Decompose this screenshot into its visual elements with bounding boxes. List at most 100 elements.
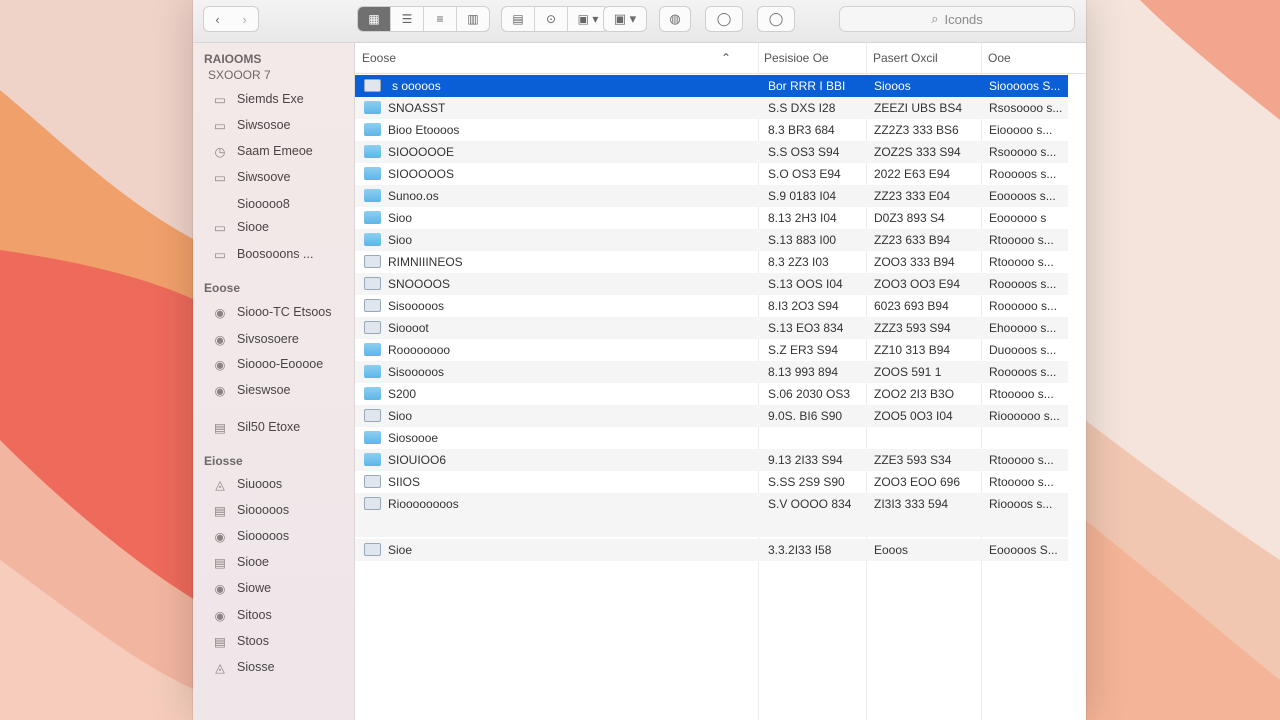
file-name: SNOOOOS (388, 277, 451, 291)
file-name: Sisooooos (388, 365, 445, 379)
file-kind: Roooooo s... (989, 299, 1058, 313)
folder-icon (364, 101, 381, 114)
sidebar-item[interactable]: ▤ Siooe (211, 551, 269, 573)
file-name: Sioo (388, 233, 413, 247)
action-icon[interactable]: ▣ ▾ (603, 6, 647, 32)
group-icon[interactable]: ▤ (502, 7, 535, 31)
disk-icon: ◉ (214, 383, 226, 398)
file-row[interactable]: SNOOOOS S.13 OOS I04 ZOO3 OO3 E94 Rooooos s… (355, 273, 1068, 295)
file-size: ZZZ3 593 S94 (874, 321, 951, 335)
file-row[interactable]: Sunoo.os S.9 0183 I04 ZZ23 333 E04 Eooooos … (355, 185, 1068, 207)
sidebar-item[interactable]: ▭ Siwsosoe (211, 114, 290, 136)
sidebar-item[interactable]: ◷ Saam Emeoe (211, 140, 313, 162)
sidebar-item[interactable]: ◬ Siosse (211, 656, 274, 678)
group-controls: ▤ ⊙ ▣ ▾ (501, 6, 609, 32)
sidebar-item-label: Siooo-TC Etsoos (237, 305, 332, 319)
forward-icon[interactable]: › (231, 12, 258, 27)
file-rows: s ooooos Bor RRR I BBI Siooos Siooooos S...… (355, 75, 1068, 561)
column-kind-header[interactable]: Ooe (988, 51, 1011, 65)
file-size: ZOO3 EOO 696 (874, 475, 961, 489)
info-icon[interactable]: ◯ (757, 6, 795, 32)
sidebar-item[interactable]: ◉ Sioooo-Eooooe (211, 353, 324, 375)
file-row[interactable]: RIMNIIINEOS 8.3 2Z3 I03 ZOO3 333 B94 Rtoooo… (355, 251, 1068, 273)
folder-icon: ▭ (214, 92, 226, 107)
file-size: ZOO5 0O3 I04 (874, 409, 953, 423)
gallery-view-icon[interactable]: ▥ (457, 7, 489, 31)
file-row[interactable]: SNOASST S.S DXS I28 ZEEZI UBS BS4 Rsosoooo … (355, 97, 1068, 119)
toolbar: ‹ › ▦ ☰ ≡ ▥ ▤ ⊙ ▣ ▾ ▣ ▾ ◍ ◯ ◯ ⌕ Iconds (193, 0, 1086, 43)
file-size: ZOO3 OO3 E94 (874, 277, 961, 291)
file-modified: S.13 OOS I04 (768, 277, 843, 291)
file-row[interactable]: Sioe 3.3.2I33 I58 Eooos Eooooos S... (355, 539, 1068, 561)
file-row[interactable]: SIOOOOOE S.S OS3 S94 ZOZ2S 333 S94 Rsooooo … (355, 141, 1068, 163)
file-row[interactable]: Rioooooooos S.V OOOO 834 ZI3I3 333 594 Rioo… (355, 493, 1068, 515)
sidebar-item[interactable]: ▤ Sil50 Etoxe (211, 416, 300, 438)
empty-row[interactable] (355, 515, 1068, 537)
back-icon[interactable]: ‹ (204, 12, 231, 27)
sidebar-item-label: Sil50 Etoxe (237, 420, 301, 434)
sidebar-item[interactable]: ◬ Siuooos (211, 473, 282, 495)
file-row[interactable]: Siosoooe (355, 427, 1068, 449)
search-field[interactable]: ⌕ Iconds (839, 6, 1075, 32)
file-row[interactable]: Sioo S.13 883 I00 ZZ23 633 B94 Rtooooo s... (355, 229, 1068, 251)
file-name: Roooooooo (388, 343, 451, 357)
folder-icon (364, 167, 381, 180)
disk-icon: ◉ (214, 581, 226, 596)
column-view-icon[interactable]: ≡ (424, 7, 457, 31)
file-row[interactable]: Bioo Etoooos 8.3 BR3 684 ZZ2Z3 333 BS6 Eioo… (355, 119, 1068, 141)
file-row[interactable]: Sioo 9.0S. BI6 S90 ZOO5 0O3 I04 Rioooooo s.… (355, 405, 1068, 427)
column-size-header[interactable]: Pasert Oxcil (873, 51, 938, 65)
sidebar-item[interactable]: ▭ Boosooons ... (211, 243, 313, 265)
sidebar-item[interactable]: ▭ Siwsoove (211, 166, 290, 188)
file-row[interactable]: Sioooot S.13 EO3 834 ZZZ3 593 S94 Ehooooo s… (355, 317, 1068, 339)
sidebar-item[interactable]: ◉ Sieswsoe (211, 379, 291, 401)
sidebar-item[interactable]: ◉ Sitoos (211, 604, 272, 626)
column-name-header[interactable]: Eoose (362, 51, 396, 65)
sidebar-item[interactable]: ◉ Siooooos (211, 525, 290, 547)
disk-icon: ◉ (214, 305, 226, 320)
search-placeholder: Iconds (944, 11, 983, 27)
folder-icon (364, 123, 381, 136)
file-row[interactable]: Roooooooo S.Z ER3 S94 ZZ10 313 B94 Duoooos … (355, 339, 1068, 361)
file-size: ZZ23 633 B94 (874, 233, 951, 247)
drive-icon: ▤ (214, 634, 226, 649)
sidebar-item[interactable]: ▭ Siemds Exe (211, 88, 304, 110)
sidebar-item-label: Siuooos (237, 477, 283, 491)
settings-icon[interactable]: ◯ (705, 6, 743, 32)
sidebar-item[interactable]: ◉ Siowe (211, 577, 272, 599)
sidebar-item-label: Sioooo-Eooooe (237, 357, 324, 371)
share-icon[interactable]: ⊙ (535, 7, 568, 31)
file-row[interactable]: s ooooos Bor RRR I BBI Siooos Siooooos S... (355, 75, 1068, 97)
file-row[interactable]: SIOOOOOS S.O OS3 E94 2022 E63 E94 Rooooos s… (355, 163, 1068, 185)
file-name: s ooooos (392, 79, 441, 93)
sidebar-item[interactable]: Siooooo8 (211, 193, 290, 215)
file-size: Siooos (874, 79, 911, 93)
file-row[interactable]: Sisooooos 8.I3 2O3 S94 6023 693 B94 Roooooo… (355, 295, 1068, 317)
file-row[interactable]: Sisooooos 8.13 993 894 ZOOS 591 1 Rooooos s… (355, 361, 1068, 383)
file-name: RIMNIIINEOS (388, 255, 463, 269)
tag-icon[interactable]: ▣ ▾ (568, 7, 608, 31)
sidebar-item-label: Siooooos (237, 503, 290, 517)
sidebar-item-label: Siooooo8 (237, 197, 290, 211)
sidebar-item[interactable]: ▤ Stoos (211, 630, 269, 652)
file-size: 2022 E63 E94 (874, 167, 951, 181)
grid-view-icon[interactable]: ▦ (358, 7, 391, 31)
sidebar-item-label: Sivsosoere (237, 332, 299, 346)
sidebar-item-label: Siooooos (237, 529, 290, 543)
sidebar-item[interactable]: ◉ Siooo-TC Etsoos (211, 301, 332, 323)
file-row[interactable]: SIOUIOO6 9.13 2I33 S94 ZZE3 593 S34 Rtooooo… (355, 449, 1068, 471)
file-row[interactable]: Sioo 8.13 2H3 I04 D0Z3 893 S4 Eoooooo s (355, 207, 1068, 229)
file-size: ZZE3 593 S34 (874, 453, 952, 467)
sidebar-item-label: Siowe (237, 581, 272, 595)
sidebar-item-label: Sieswsoe (237, 383, 291, 397)
sidebar-item[interactable]: ◉ Sivsosoere (211, 328, 299, 350)
list-view-icon[interactable]: ☰ (391, 7, 424, 31)
file-kind: Rsooooo s... (989, 145, 1057, 159)
sidebar-item[interactable]: ▤ Siooooos (211, 499, 289, 521)
sort-indicator[interactable]: ⌃ (721, 51, 731, 65)
file-row[interactable]: S200 S.06 2030 OS3 ZOO2 2I3 B3O Rtooooo s..… (355, 383, 1068, 405)
file-row[interactable]: SIIOS S.SS 2S9 S90 ZOO3 EOO 696 Rtooooo s..… (355, 471, 1068, 493)
sidebar-item[interactable]: ▭ Siooe (211, 216, 269, 238)
column-modified-header[interactable]: Pesisioe Oe (764, 51, 829, 65)
airdrop-icon[interactable]: ◍ (659, 6, 691, 32)
